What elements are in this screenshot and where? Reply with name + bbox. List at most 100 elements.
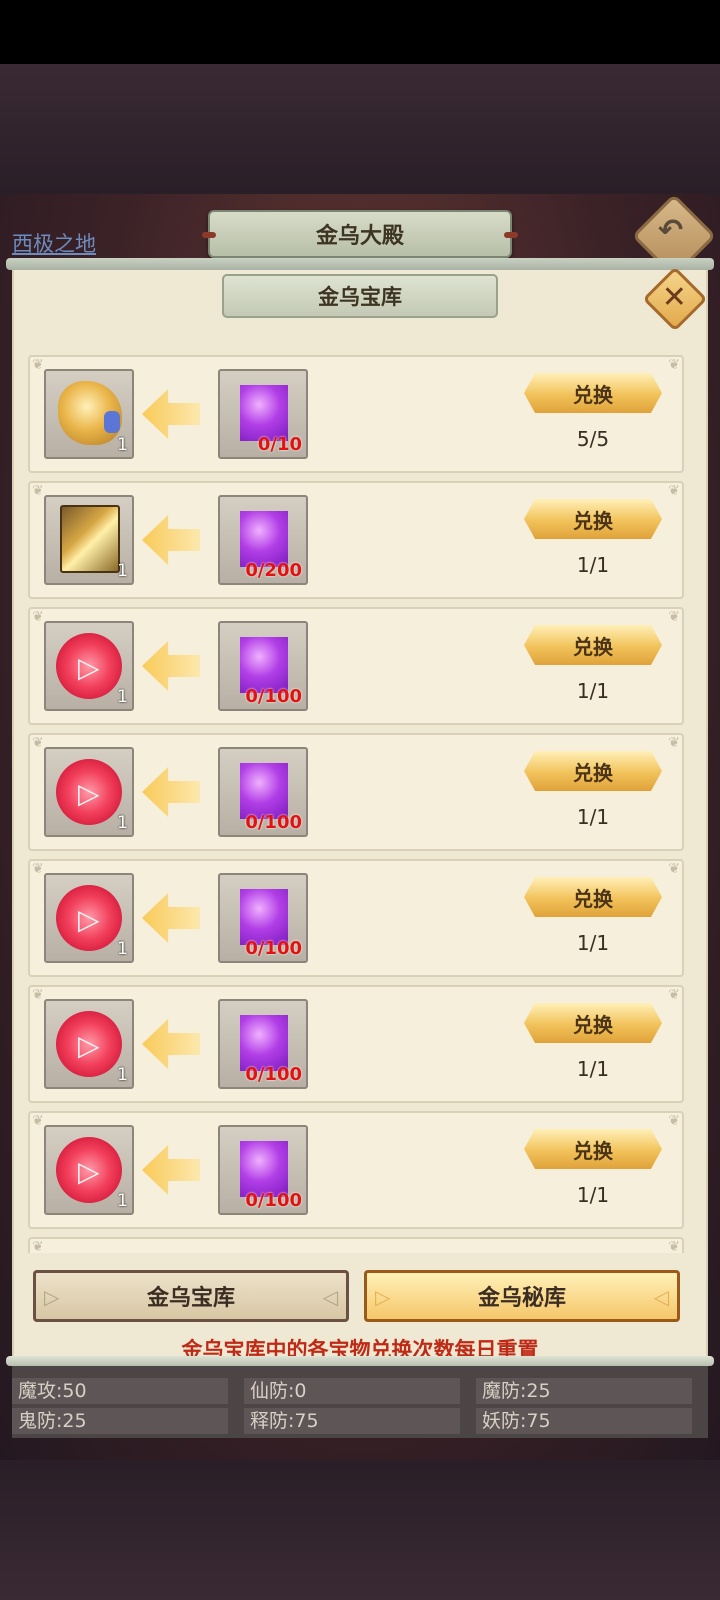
reward-count: 1: [117, 435, 128, 455]
red-orb-icon: ▷: [56, 759, 122, 825]
close-icon: ✕: [661, 280, 687, 316]
reward-slot[interactable]: ▷ 1: [44, 999, 134, 1089]
exchange-row: ❦ ❦ ▷ 1 0/100 兑换 1/1: [28, 607, 684, 725]
exchange-limit: 1/1: [576, 553, 610, 577]
corner-ornament-icon: ❦: [668, 861, 680, 877]
exchange-row-partial: ❦ ❦: [28, 1237, 684, 1253]
cost-progress: 0/100: [245, 812, 302, 833]
stat-monster-defense: 妖防:75: [476, 1408, 692, 1434]
corner-ornament-icon: ❦: [32, 1239, 44, 1253]
hall-title: 金乌大殿: [315, 224, 404, 249]
corner-ornament-icon: ❦: [32, 735, 44, 751]
back-arrow-icon: ↶: [657, 212, 684, 248]
background-bottom: [0, 1460, 720, 1600]
corner-ornament-icon: ❦: [668, 735, 680, 751]
exchange-button[interactable]: 兑换: [524, 373, 662, 413]
cost-progress: 0/100: [245, 1064, 302, 1085]
exchange-limit: 1/1: [576, 1057, 610, 1081]
exchange-button[interactable]: 兑换: [524, 1129, 662, 1169]
reward-slot[interactable]: ▷ 1: [44, 873, 134, 963]
golden-book-icon: [60, 505, 120, 573]
reward-count: 1: [117, 1065, 128, 1085]
tab-arrow-left-icon: ▷: [375, 1285, 391, 1309]
exchange-limit: 1/1: [576, 679, 610, 703]
cost-slot[interactable]: 0/100: [218, 873, 308, 963]
stat-ghost-defense: 鬼防:25: [12, 1408, 228, 1434]
corner-ornament-icon: ❦: [32, 483, 44, 499]
corner-ornament-icon: ❦: [668, 357, 680, 373]
arrow-left-icon: [142, 893, 200, 943]
purple-gem-icon: [240, 385, 288, 441]
reward-count: 1: [117, 561, 128, 581]
purple-gem-icon: [240, 889, 288, 945]
purple-gem-icon: [240, 763, 288, 819]
cost-slot[interactable]: 0/100: [218, 1125, 308, 1215]
tab-arrow-right-icon: ◁: [322, 1285, 338, 1309]
purple-gem-icon: [240, 511, 288, 567]
tab-arrow-left-icon: ▷: [44, 1285, 60, 1309]
cost-slot[interactable]: 0/100: [218, 999, 308, 1089]
exchange-button[interactable]: 兑换: [524, 751, 662, 791]
reward-count: 1: [117, 1191, 128, 1211]
status-bar-area: [0, 0, 720, 64]
exchange-button[interactable]: 兑换: [524, 1003, 662, 1043]
tab-label: 金乌秘库: [477, 1286, 566, 1311]
red-orb-icon: ▷: [56, 1011, 122, 1077]
stat-buddha-defense: 释防:75: [244, 1408, 460, 1434]
corner-ornament-icon: ❦: [668, 987, 680, 1003]
exchange-limit: 1/1: [576, 1183, 610, 1207]
exchange-row: ❦ ❦ 1 0/200 兑换 1/1: [28, 481, 684, 599]
cost-slot[interactable]: 0/100: [218, 621, 308, 711]
cost-slot[interactable]: 0/200: [218, 495, 308, 585]
arrow-left-icon: [142, 389, 200, 439]
panel-title-plaque: 金乌宝库: [222, 274, 498, 318]
region-link[interactable]: 西极之地: [12, 228, 96, 258]
cost-progress: 0/10: [257, 434, 302, 455]
reward-slot[interactable]: ▷ 1: [44, 1125, 134, 1215]
reward-count: 1: [117, 687, 128, 707]
golden-relic-icon: [58, 381, 122, 445]
exchange-list[interactable]: ❦ ❦ 1 0/10 兑换 5/5 ❦ ❦ 1 0/200 兑换 1/1 ❦ ❦: [28, 355, 684, 1253]
stat-magic-attack: 魔攻:50: [12, 1378, 228, 1404]
corner-ornament-icon: ❦: [32, 609, 44, 625]
exchange-limit: 1/1: [576, 931, 610, 955]
cost-progress: 0/100: [245, 938, 302, 959]
red-orb-icon: ▷: [56, 633, 122, 699]
cost-progress: 0/100: [245, 1190, 302, 1211]
plaque-knob-right: [504, 232, 518, 238]
exchange-row: ❦ ❦ ▷ 1 0/100 兑换 1/1: [28, 1111, 684, 1229]
corner-ornament-icon: ❦: [32, 861, 44, 877]
reward-slot[interactable]: 1: [44, 495, 134, 585]
cost-progress: 0/200: [245, 560, 302, 581]
exchange-row: ❦ ❦ ▷ 1 0/100 兑换 1/1: [28, 985, 684, 1103]
tab-golden-crow-treasury[interactable]: ▷ 金乌宝库 ◁: [33, 1270, 349, 1322]
corner-ornament-icon: ❦: [668, 1113, 680, 1129]
reward-slot[interactable]: 1: [44, 369, 134, 459]
exchange-row: ❦ ❦ ▷ 1 0/100 兑换 1/1: [28, 733, 684, 851]
reward-count: 1: [117, 813, 128, 833]
corner-ornament-icon: ❦: [668, 483, 680, 499]
exchange-button[interactable]: 兑换: [524, 625, 662, 665]
plaque-knob-left: [202, 232, 216, 238]
exchange-limit: 1/1: [576, 805, 610, 829]
purple-gem-icon: [240, 637, 288, 693]
reward-count: 1: [117, 939, 128, 959]
reward-slot[interactable]: ▷ 1: [44, 747, 134, 837]
red-orb-icon: ▷: [56, 885, 122, 951]
purple-gem-icon: [240, 1141, 288, 1197]
exchange-button[interactable]: 兑换: [524, 499, 662, 539]
cost-slot[interactable]: 0/100: [218, 747, 308, 837]
cost-slot[interactable]: 0/10: [218, 369, 308, 459]
exchange-row: ❦ ❦ ▷ 1 0/100 兑换 1/1: [28, 859, 684, 977]
corner-ornament-icon: ❦: [668, 1239, 680, 1253]
corner-ornament-icon: ❦: [668, 609, 680, 625]
tab-golden-crow-secret-vault[interactable]: ▷ 金乌秘库 ◁: [364, 1270, 680, 1322]
scroll-roll-top: [6, 258, 714, 270]
arrow-left-icon: [142, 641, 200, 691]
reward-slot[interactable]: ▷ 1: [44, 621, 134, 711]
stats-bar: 魔攻:50 仙防:0 魔防:25 鬼防:25 释防:75 妖防:75: [12, 1362, 708, 1438]
exchange-button[interactable]: 兑换: [524, 877, 662, 917]
background-top: [0, 64, 720, 194]
cost-progress: 0/100: [245, 686, 302, 707]
hall-title-plaque: 金乌大殿: [202, 210, 518, 258]
